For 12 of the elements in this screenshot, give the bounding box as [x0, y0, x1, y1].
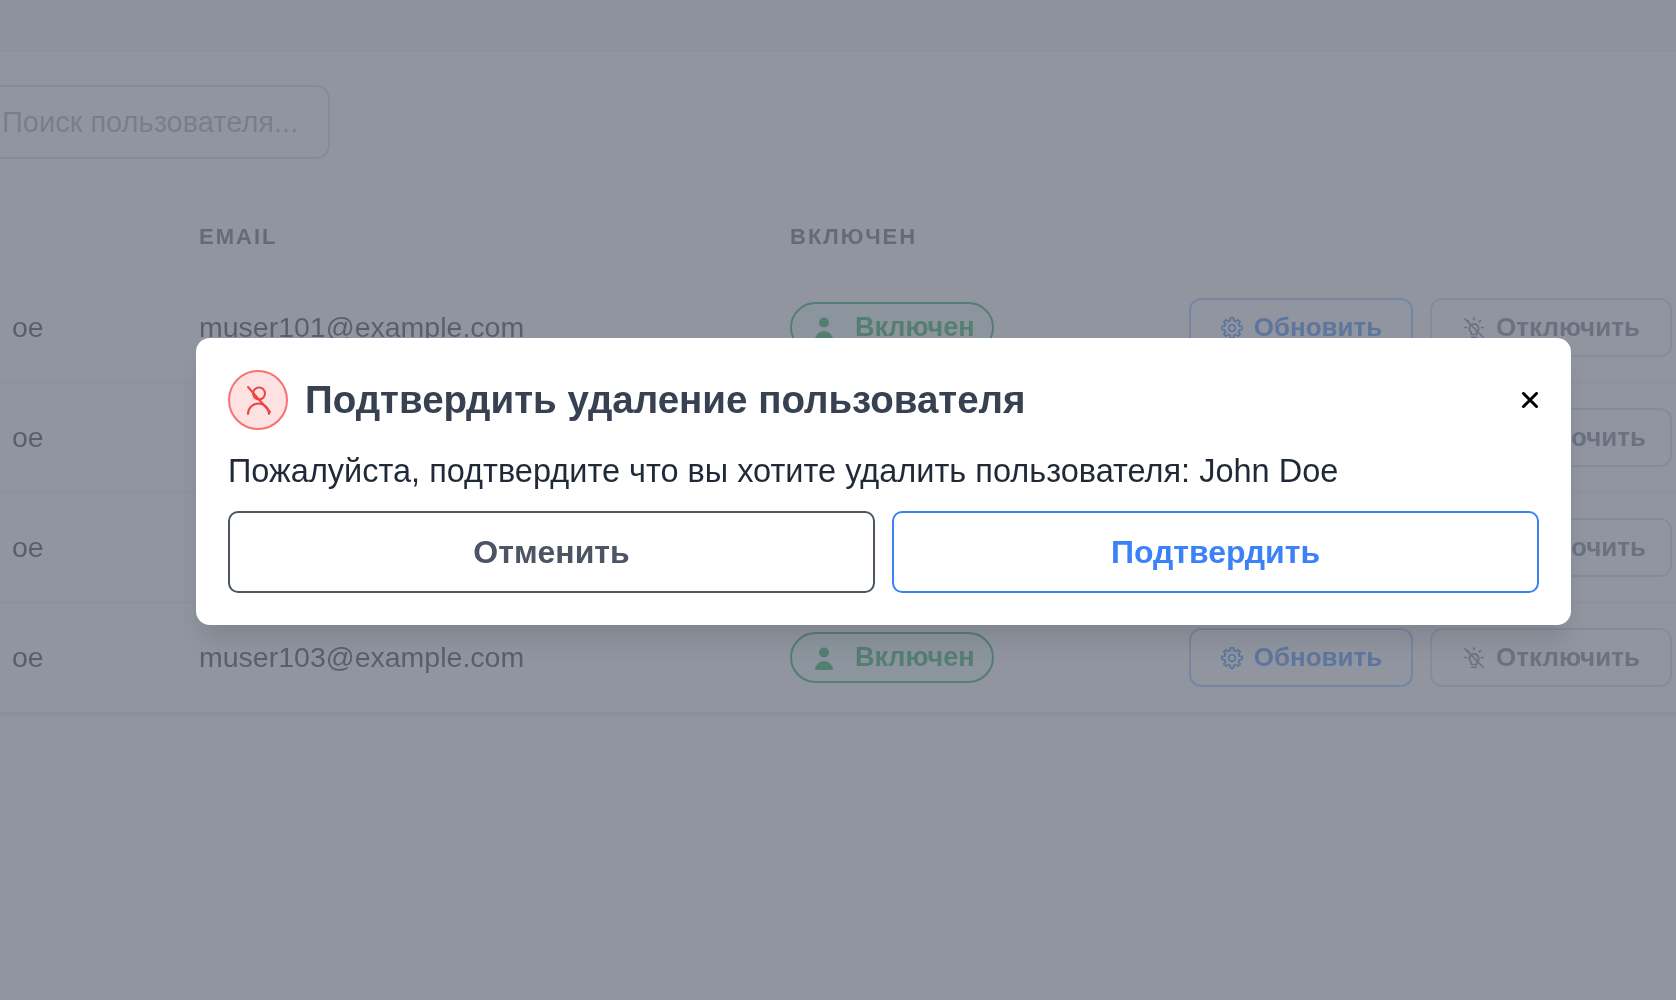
confirm-button[interactable]: Подтвердить	[892, 511, 1539, 593]
dialog-title: Подтвердить удаление пользователя	[305, 378, 1026, 422]
cancel-button[interactable]: Отменить	[228, 511, 875, 593]
user-slash-icon	[228, 370, 288, 430]
user-email: muser103@example.com	[199, 641, 525, 674]
user-name: oe	[12, 421, 44, 454]
user-name: oe	[12, 531, 44, 564]
user-email: muser101@example.com	[199, 311, 525, 344]
close-icon[interactable]	[1522, 392, 1538, 408]
dialog-message: Пожалуйста, подтвердите что вы хотите удалить пользователя: John Doe	[228, 452, 1339, 491]
user-name: oe	[12, 641, 44, 674]
user-name: oe	[12, 311, 44, 344]
